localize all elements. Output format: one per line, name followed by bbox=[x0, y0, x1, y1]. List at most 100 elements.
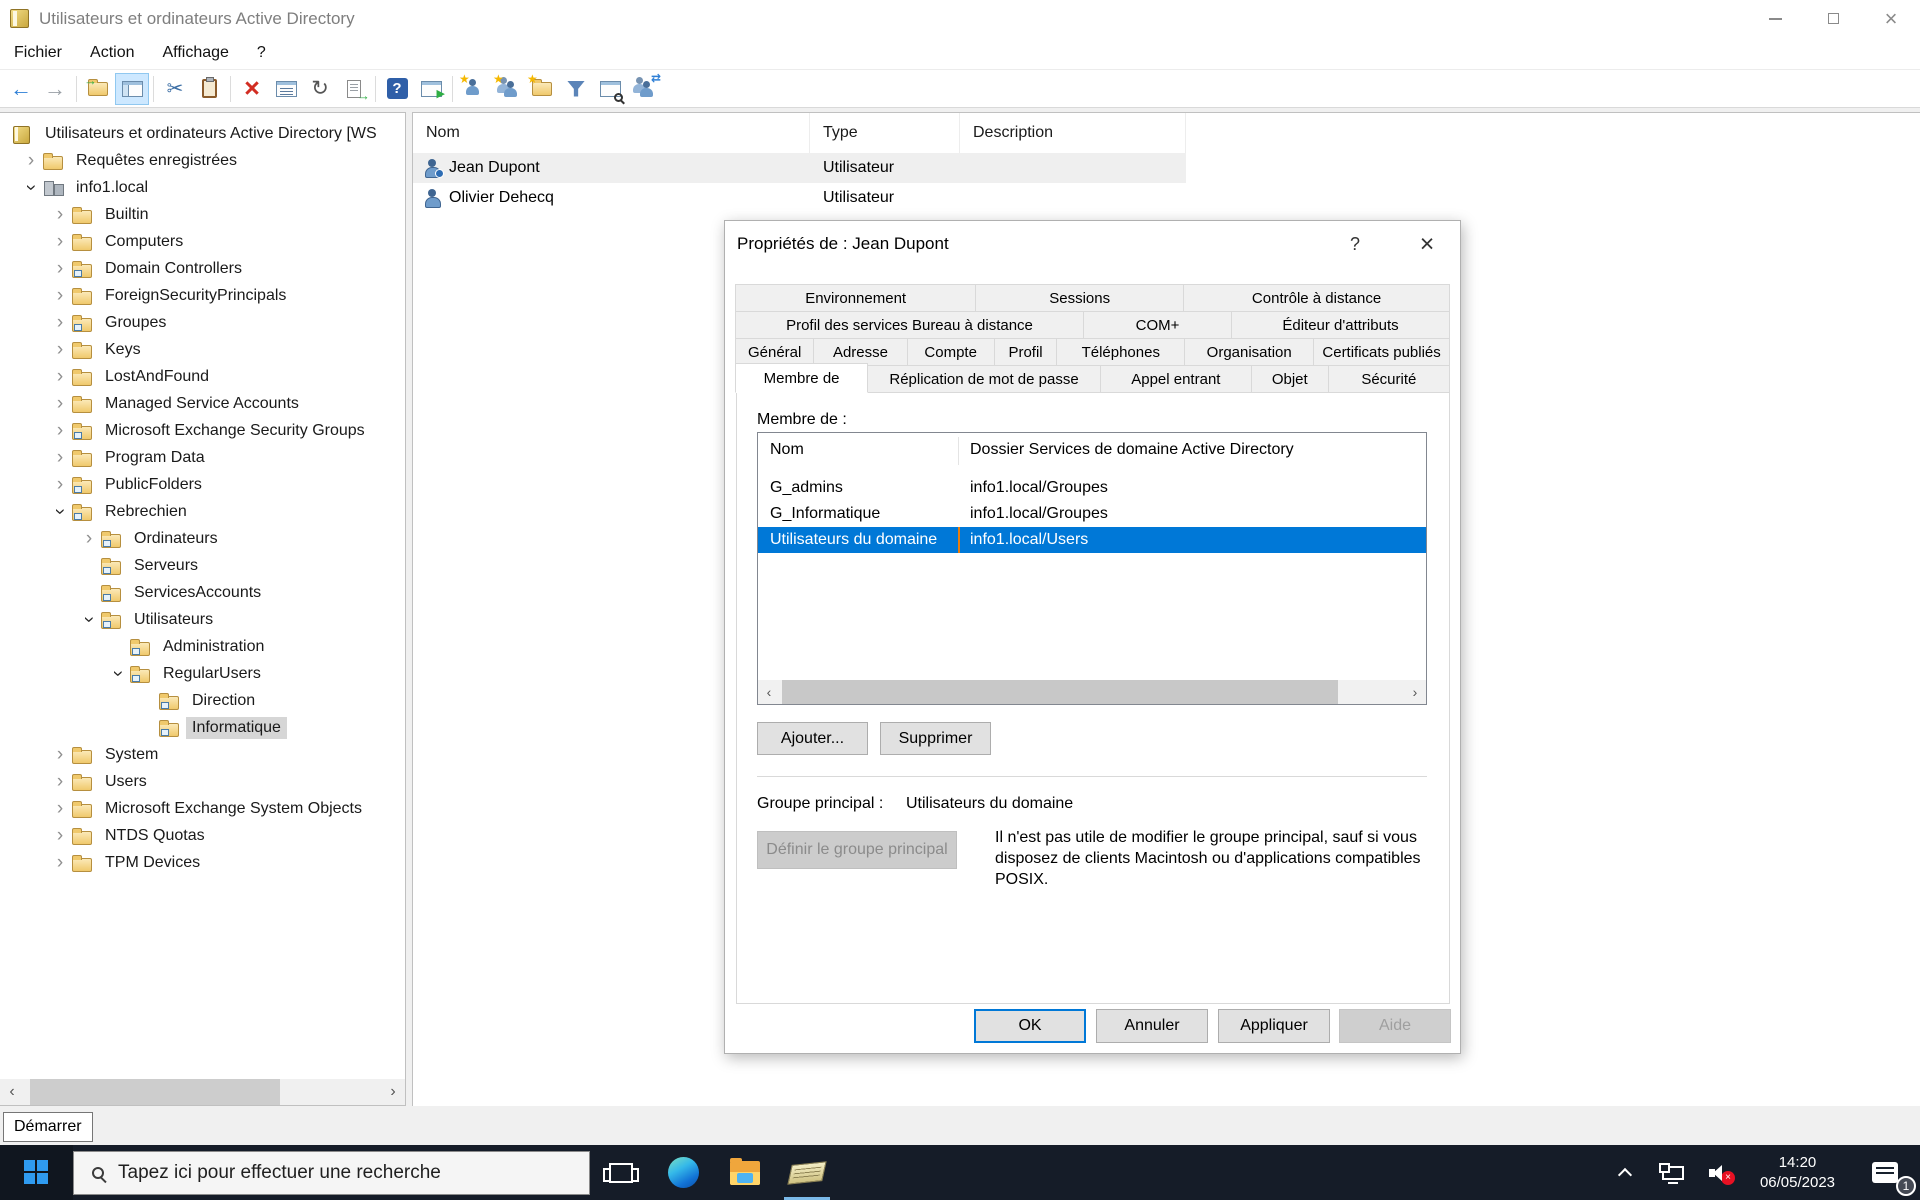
tree-item-serveurs[interactable]: ›Serveurs bbox=[0, 552, 405, 579]
tab-objet[interactable]: Objet bbox=[1250, 365, 1329, 393]
apply-button[interactable]: Appliquer bbox=[1218, 1009, 1330, 1043]
chevron-expanded-icon[interactable]: › bbox=[79, 608, 100, 632]
tray-expand-button[interactable] bbox=[1601, 1145, 1649, 1200]
chevron-collapsed-icon[interactable]: › bbox=[48, 772, 72, 791]
chevron-collapsed-icon[interactable]: › bbox=[48, 475, 72, 494]
tree-item-servicesaccounts[interactable]: ›ServicesAccounts bbox=[0, 579, 405, 606]
tab-sessions[interactable]: Sessions bbox=[975, 284, 1185, 312]
taskbar-search[interactable]: Tapez ici pour effectuer une recherche bbox=[73, 1150, 590, 1195]
tab-compte[interactable]: Compte bbox=[906, 338, 995, 366]
chevron-collapsed-icon[interactable]: › bbox=[48, 313, 72, 332]
user-row-olivier-dehecq[interactable]: Olivier Dehecq Utilisateur bbox=[413, 183, 1186, 213]
dialog-help-icon[interactable]: ? bbox=[1335, 221, 1375, 267]
find-icon[interactable] bbox=[593, 73, 627, 105]
chevron-collapsed-icon[interactable]: › bbox=[48, 367, 72, 386]
tree-horizontal-scrollbar[interactable]: ‹ › bbox=[0, 1079, 405, 1105]
tree-item-system[interactable]: › System bbox=[0, 741, 405, 768]
chevron-collapsed-icon[interactable]: › bbox=[48, 259, 72, 278]
tree-item-rebrechien[interactable]: › Rebrechien bbox=[0, 498, 405, 525]
chevron-collapsed-icon[interactable]: › bbox=[48, 421, 72, 440]
tree-item-administration[interactable]: ›Administration bbox=[0, 633, 405, 660]
tree-item-tpm-devices[interactable]: › TPM Devices bbox=[0, 849, 405, 876]
user-row-jean-dupont[interactable]: Jean Dupont Utilisateur bbox=[413, 153, 1186, 183]
scrollbar-thumb[interactable] bbox=[782, 680, 1338, 704]
paste-icon[interactable] bbox=[192, 73, 226, 105]
new-group-icon[interactable]: ★ bbox=[491, 73, 525, 105]
chevron-collapsed-icon[interactable]: › bbox=[77, 529, 101, 548]
new-ou-icon[interactable]: ★ bbox=[525, 73, 559, 105]
tree-item-groupes[interactable]: › Groupes bbox=[0, 309, 405, 336]
scroll-left-icon[interactable]: ‹ bbox=[0, 1079, 24, 1105]
tree-item-foreignsecurityprincipals[interactable]: › ForeignSecurityPrincipals bbox=[0, 282, 405, 309]
tree-item-users[interactable]: › Users bbox=[0, 768, 405, 795]
add-button[interactable]: Ajouter... bbox=[757, 722, 868, 755]
minimize-icon[interactable] bbox=[1746, 0, 1804, 37]
file-explorer-button[interactable] bbox=[714, 1145, 776, 1200]
filter-icon[interactable] bbox=[559, 73, 593, 105]
cancel-button[interactable]: Annuler bbox=[1096, 1009, 1208, 1043]
remove-button[interactable]: Supprimer bbox=[880, 722, 991, 755]
column-header-nom[interactable]: Nom bbox=[413, 113, 810, 153]
tab-contr-le-distance[interactable]: Contrôle à distance bbox=[1183, 284, 1450, 312]
export-list-icon[interactable]: → bbox=[337, 73, 371, 105]
delegate-icon[interactable]: ⇄ bbox=[627, 72, 661, 105]
chevron-collapsed-icon[interactable]: › bbox=[48, 340, 72, 359]
chevron-collapsed-icon[interactable]: › bbox=[48, 799, 72, 818]
tab-organisation[interactable]: Organisation bbox=[1184, 338, 1315, 366]
member-row-g-informatique[interactable]: G_Informatique info1.local/Groupes bbox=[758, 501, 1426, 527]
ok-button[interactable]: OK bbox=[974, 1009, 1086, 1043]
tree-item-publicfolders[interactable]: › PublicFolders bbox=[0, 471, 405, 498]
set-primary-group-button[interactable]: Définir le groupe principal bbox=[757, 831, 957, 869]
menu-fichier[interactable]: Fichier bbox=[0, 44, 76, 62]
tree-item-lostandfound[interactable]: › LostAndFound bbox=[0, 363, 405, 390]
chevron-expanded-icon[interactable]: › bbox=[50, 500, 71, 524]
tree-item-program-data[interactable]: › Program Data bbox=[0, 444, 405, 471]
tree-item-direction[interactable]: ›Direction bbox=[0, 687, 405, 714]
member-list-scrollbar[interactable]: ‹ › bbox=[758, 680, 1426, 704]
dialog-close-icon[interactable]: × bbox=[1401, 221, 1453, 267]
tree-item-ordinateurs[interactable]: › Ordinateurs bbox=[0, 525, 405, 552]
chevron-collapsed-icon[interactable]: › bbox=[48, 853, 72, 872]
tab-s-curit[interactable]: Sécurité bbox=[1327, 365, 1450, 393]
tab-r-plication-de-mot-de-passe[interactable]: Réplication de mot de passe bbox=[867, 365, 1101, 393]
chevron-collapsed-icon[interactable]: › bbox=[48, 232, 72, 251]
tree-item-computers[interactable]: › Computers bbox=[0, 228, 405, 255]
member-col-nom[interactable]: Nom bbox=[770, 441, 804, 459]
aduc-app-button[interactable] bbox=[776, 1145, 838, 1200]
member-col-folder[interactable]: Dossier Services de domaine Active Direc… bbox=[970, 441, 1294, 459]
scroll-right-icon[interactable]: › bbox=[1404, 680, 1426, 704]
action-center-button[interactable]: 1 bbox=[1850, 1145, 1920, 1200]
tab-appel-entrant[interactable]: Appel entrant bbox=[1099, 365, 1252, 393]
column-header-description[interactable]: Description bbox=[960, 113, 1186, 153]
chevron-collapsed-icon[interactable]: › bbox=[48, 205, 72, 224]
scroll-right-icon[interactable]: › bbox=[381, 1079, 405, 1105]
tree-item-requ-tes-enregistr-es[interactable]: › Requêtes enregistrées bbox=[0, 147, 405, 174]
chevron-expanded-icon[interactable]: › bbox=[108, 662, 129, 686]
tab-membre-de[interactable]: Membre de bbox=[735, 363, 869, 393]
tree-item-utilisateurs-et-ordinateurs-active-directory-ws[interactable]: Utilisateurs et ordinateurs Active Direc… bbox=[0, 120, 405, 147]
tree-item-builtin[interactable]: › Builtin bbox=[0, 201, 405, 228]
menu-aide[interactable]: ? bbox=[243, 44, 280, 62]
cut-icon[interactable]: ✂ bbox=[158, 73, 192, 105]
network-tray-button[interactable] bbox=[1649, 1145, 1697, 1200]
chevron-collapsed-icon[interactable]: › bbox=[48, 745, 72, 764]
tree-item-domain-controllers[interactable]: › Domain Controllers bbox=[0, 255, 405, 282]
volume-tray-button[interactable]: × bbox=[1697, 1145, 1745, 1200]
play-win-icon[interactable]: ▶ bbox=[414, 73, 448, 105]
scrollbar-thumb[interactable] bbox=[30, 1079, 280, 1105]
prop-list-icon[interactable] bbox=[269, 73, 303, 105]
scroll-left-icon[interactable]: ‹ bbox=[758, 680, 780, 704]
chevron-expanded-icon[interactable]: › bbox=[21, 176, 42, 200]
close-icon[interactable]: × bbox=[1862, 0, 1920, 37]
restore-icon[interactable] bbox=[1804, 0, 1862, 37]
tab-certificats-publi-s[interactable]: Certificats publiés bbox=[1313, 338, 1451, 366]
tree-item-utilisateurs[interactable]: › Utilisateurs bbox=[0, 606, 405, 633]
tree-item-managed-service-accounts[interactable]: › Managed Service Accounts bbox=[0, 390, 405, 417]
menu-action[interactable]: Action bbox=[76, 44, 148, 62]
chevron-collapsed-icon[interactable]: › bbox=[48, 286, 72, 305]
tab-environnement[interactable]: Environnement bbox=[735, 284, 977, 312]
chevron-collapsed-icon[interactable]: › bbox=[48, 826, 72, 845]
start-button[interactable] bbox=[0, 1145, 73, 1200]
open-folder-icon[interactable]: → bbox=[81, 73, 115, 105]
new-user-icon[interactable]: ★ bbox=[457, 73, 491, 105]
